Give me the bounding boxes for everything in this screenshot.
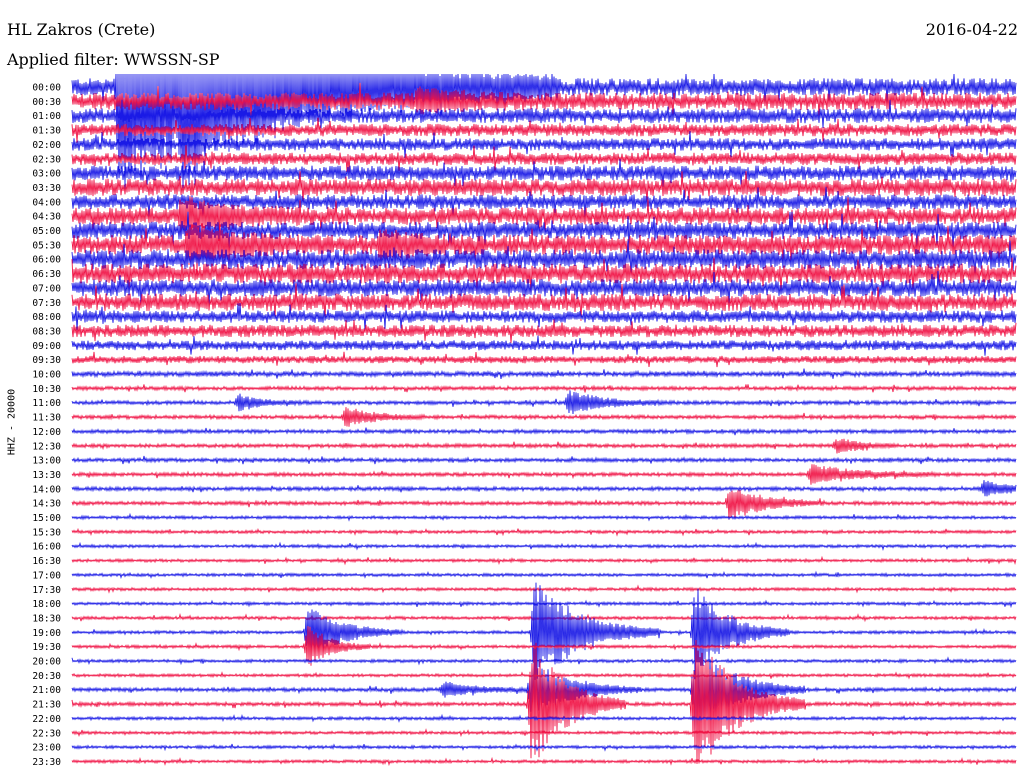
row-time-label: 08:30	[32, 326, 61, 337]
seismogram-trace	[71, 335, 1017, 356]
row-time-label: 03:00	[32, 169, 61, 180]
seismogram-trace	[71, 455, 1017, 465]
helicorder-plot: 00:00 00:30 01:00 01:30 02:00 02:30 03:00 03:30…	[32, 73, 1017, 768]
seismogram-trace	[71, 390, 1017, 415]
row-time-label: 23:00	[32, 743, 61, 754]
seismogram-trace	[71, 351, 1017, 368]
seismogram-trace	[71, 480, 1017, 497]
seismogram-trace	[71, 464, 1017, 485]
seismogram-trace	[71, 728, 1017, 738]
row-time-label: 06:00	[32, 255, 61, 266]
row-time-label: 18:00	[32, 599, 61, 610]
seismogram-trace	[71, 555, 1017, 566]
row-time-label: 02:00	[32, 140, 61, 151]
row-time-label: 07:00	[32, 283, 61, 294]
row-time-label: 16:30	[32, 556, 61, 567]
seismogram-trace	[71, 490, 1017, 520]
row-time-label: 00:30	[32, 97, 61, 108]
row-time-label: 19:00	[32, 628, 61, 639]
row-time-label: 11:30	[32, 413, 61, 424]
seismogram-trace	[71, 584, 1017, 594]
row-time-label: 13:00	[32, 456, 61, 467]
row-time-label: 09:30	[32, 355, 61, 366]
row-time-label: 19:30	[32, 642, 61, 653]
seismogram-trace	[71, 656, 1017, 666]
seismogram-trace	[71, 407, 1017, 427]
seismogram-trace	[71, 368, 1017, 379]
seismogram-trace	[71, 541, 1017, 551]
row-time-label: 12:30	[32, 441, 61, 452]
row-time-label: 20:00	[32, 657, 61, 668]
row-time-label: 00:00	[32, 83, 61, 94]
seismogram-trace	[71, 527, 1017, 537]
row-time-label: 17:00	[32, 570, 61, 581]
row-time-label: 08:00	[32, 312, 61, 323]
seismogram-trace	[71, 570, 1017, 579]
seismogram-trace	[71, 512, 1017, 522]
row-time-label: 14:30	[32, 499, 61, 510]
seismogram-trace	[71, 438, 1017, 454]
row-time-label: 02:30	[32, 154, 61, 165]
row-time-label: 07:30	[32, 298, 61, 309]
row-time-label: 21:30	[32, 700, 61, 711]
row-time-label: 05:30	[32, 240, 61, 251]
seismogram-trace	[71, 582, 1017, 681]
row-time-label: 15:30	[32, 527, 61, 538]
seismogram-trace	[71, 713, 1017, 723]
row-time-label: 04:00	[32, 197, 61, 208]
row-time-label: 11:00	[32, 398, 61, 409]
row-time-label: 14:00	[32, 484, 61, 495]
seismogram-trace	[71, 319, 1017, 343]
row-time-label: 04:30	[32, 212, 61, 223]
seismogram-trace	[71, 743, 1017, 752]
row-time-label: 01:00	[32, 111, 61, 122]
row-time-label: 21:00	[32, 685, 61, 696]
row-time-label: 22:00	[32, 714, 61, 725]
row-time-label: 22:30	[32, 728, 61, 739]
row-time-label: 13:30	[32, 470, 61, 481]
row-time-label: 10:00	[32, 370, 61, 381]
row-time-label: 09:00	[32, 341, 61, 352]
row-time-label: 23:30	[32, 757, 61, 768]
row-time-label: 05:00	[32, 226, 61, 237]
seismogram-trace	[71, 384, 1017, 393]
row-time-label: 03:30	[32, 183, 61, 194]
row-time-label: 06:30	[32, 269, 61, 280]
row-time-label: 17:30	[32, 585, 61, 596]
row-time-label: 10:30	[32, 384, 61, 395]
row-time-label: 18:30	[32, 613, 61, 624]
row-time-label: 16:00	[32, 542, 61, 553]
seismogram-trace	[71, 756, 1017, 767]
row-time-label: 20:30	[32, 671, 61, 682]
row-time-label: 12:00	[32, 427, 61, 438]
row-time-label: 01:30	[32, 126, 61, 137]
row-time-label: 15:00	[32, 513, 61, 524]
seismogram-trace	[71, 427, 1017, 436]
